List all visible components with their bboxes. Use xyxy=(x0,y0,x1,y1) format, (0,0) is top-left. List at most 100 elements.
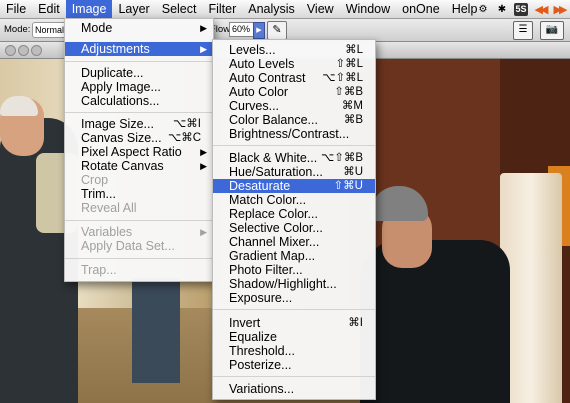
palette-icon[interactable]: ☰ xyxy=(513,21,533,40)
menu-separator xyxy=(65,220,213,221)
menu-separator xyxy=(213,145,375,146)
menu-item-posterize[interactable]: Posterize... xyxy=(213,358,375,372)
rewind-icon[interactable]: ◀◀ xyxy=(533,2,549,16)
menu-item-calculations[interactable]: Calculations... xyxy=(65,94,213,108)
menu-item-label: Adjustments xyxy=(81,42,150,56)
shortcut: ⇧⌘B xyxy=(334,86,363,98)
menu-item-label: Calculations... xyxy=(81,94,160,108)
submenu-arrow-icon: ▶ xyxy=(200,161,207,171)
menu-item-canvas-size[interactable]: Canvas Size... ⌥⌘C xyxy=(65,131,213,145)
menu-item-label: Reveal All xyxy=(81,201,137,215)
shortcut: ⌥⌘I xyxy=(173,118,201,130)
menu-item-hue-saturation[interactable]: Hue/Saturation... ⌘U xyxy=(213,165,375,179)
menu-item-label: Threshold... xyxy=(229,344,296,358)
menu-item-label: Crop xyxy=(81,173,109,187)
menu-edit[interactable]: Edit xyxy=(32,0,66,18)
menu-item-label: Auto Color xyxy=(229,85,289,99)
menu-select[interactable]: Select xyxy=(156,0,203,18)
airbrush-icon[interactable]: ✎ xyxy=(267,21,287,40)
shortcut: ⌘M xyxy=(341,100,363,112)
menu-item-label: Levels... xyxy=(229,43,276,57)
menu-view[interactable]: View xyxy=(301,0,340,18)
menu-item-shadow-highlight[interactable]: Shadow/Highlight... xyxy=(213,277,375,291)
menu-item-trim[interactable]: Trim... xyxy=(65,187,213,201)
menu-item-desaturate[interactable]: Desaturate ⇧⌘U xyxy=(213,179,375,193)
forward-icon[interactable]: ▶▶ xyxy=(552,2,568,16)
menu-onone[interactable]: onOne xyxy=(396,0,446,18)
menu-item-label: Channel Mixer... xyxy=(229,235,320,249)
menu-item-label: Photo Filter... xyxy=(229,263,303,277)
zoom-window-icon[interactable] xyxy=(31,45,42,56)
mode-label: Mode: xyxy=(4,24,31,35)
menu-item-brightness-contrast[interactable]: Brightness/Contrast... xyxy=(213,127,375,141)
menu-item-label: Invert xyxy=(229,316,261,330)
cs-badge[interactable]: 5S xyxy=(514,2,528,16)
menu-item-photo-filter[interactable]: Photo Filter... xyxy=(213,263,375,277)
menu-item-label: Curves... xyxy=(229,99,280,113)
menu-item-label: Auto Contrast xyxy=(229,71,306,85)
menu-item-gradient-map[interactable]: Gradient Map... xyxy=(213,249,375,263)
menu-item-match-color[interactable]: Match Color... xyxy=(213,193,375,207)
shortcut: ⌥⇧⌘L xyxy=(322,72,363,84)
menu-item-pixel-aspect-ratio[interactable]: Pixel Aspect Ratio ▶ xyxy=(65,145,213,159)
pedestrian-legs xyxy=(132,278,180,383)
menu-item-selective-color[interactable]: Selective Color... xyxy=(213,221,375,235)
menu-item-image-size[interactable]: Image Size... ⌥⌘I xyxy=(65,117,213,131)
menu-layer[interactable]: Layer xyxy=(112,0,155,18)
menu-filter[interactable]: Filter xyxy=(202,0,242,18)
old-man-coat xyxy=(360,240,510,403)
menu-item-adjustments[interactable]: Adjustments ▶ xyxy=(65,42,213,56)
menu-item-equalize[interactable]: Equalize xyxy=(213,330,375,344)
menu-separator xyxy=(65,112,213,113)
menu-item-black-white[interactable]: Black & White... ⌥⇧⌘B xyxy=(213,151,375,165)
menu-item-levels[interactable]: Levels... ⌘L xyxy=(213,43,375,57)
menu-bar: File Edit Image Layer Select Filter Anal… xyxy=(0,0,570,19)
shortcut: ⌘U xyxy=(343,166,363,178)
menu-item-label: Replace Color... xyxy=(229,207,318,221)
spotlight-gear-icon[interactable]: ⚙ xyxy=(476,2,490,16)
menu-item-auto-contrast[interactable]: Auto Contrast ⌥⇧⌘L xyxy=(213,71,375,85)
menu-image[interactable]: Image xyxy=(65,0,113,18)
shortcut: ⌘L xyxy=(345,44,363,56)
adjustments-submenu: Levels... ⌘L Auto Levels ⇧⌘L Auto Contrast… xyxy=(212,39,376,400)
menu-item-exposure[interactable]: Exposure... xyxy=(213,291,375,305)
close-window-icon[interactable] xyxy=(5,45,16,56)
shortcut: ⌥⌘C xyxy=(167,132,201,144)
flow-input[interactable]: 60% xyxy=(229,22,255,37)
menu-item-curves[interactable]: Curves... ⌘M xyxy=(213,99,375,113)
camera-icon[interactable]: 📷 xyxy=(540,21,564,40)
menu-item-label: Selective Color... xyxy=(229,221,323,235)
menu-item-label: Apply Image... xyxy=(81,80,161,94)
menu-item-label: Brightness/Contrast... xyxy=(229,127,350,141)
menu-separator xyxy=(65,258,213,259)
submenu-arrow-icon: ▶ xyxy=(200,44,207,54)
menu-item-apply-data-set: Apply Data Set... xyxy=(65,239,213,253)
minimize-window-icon[interactable] xyxy=(18,45,29,56)
menu-separator xyxy=(65,61,213,62)
bluetooth-icon[interactable]: ✱ xyxy=(495,2,509,16)
menu-item-color-balance[interactable]: Color Balance... ⌘B xyxy=(213,113,375,127)
menu-item-replace-color[interactable]: Replace Color... xyxy=(213,207,375,221)
menu-item-mode[interactable]: Mode ▶ xyxy=(65,21,213,35)
submenu-arrow-icon: ▶ xyxy=(200,227,207,237)
menu-analysis[interactable]: Analysis xyxy=(242,0,301,18)
menu-item-label: Apply Data Set... xyxy=(81,239,175,253)
menu-window[interactable]: Window xyxy=(340,0,396,18)
menu-item-auto-levels[interactable]: Auto Levels ⇧⌘L xyxy=(213,57,375,71)
menu-item-apply-image[interactable]: Apply Image... xyxy=(65,80,213,94)
menu-item-threshold[interactable]: Threshold... xyxy=(213,344,375,358)
shortcut: ⇧⌘U xyxy=(333,180,363,192)
menu-item-duplicate[interactable]: Duplicate... xyxy=(65,66,213,80)
menu-item-rotate-canvas[interactable]: Rotate Canvas ▶ xyxy=(65,159,213,173)
menu-file[interactable]: File xyxy=(0,0,32,18)
menu-item-auto-color[interactable]: Auto Color ⇧⌘B xyxy=(213,85,375,99)
menu-item-label: Variables xyxy=(81,225,133,239)
menu-item-variations[interactable]: Variations... xyxy=(213,382,375,396)
menu-item-channel-mixer[interactable]: Channel Mixer... xyxy=(213,235,375,249)
menu-item-label: Black & White... xyxy=(229,151,318,165)
menu-item-label: Gradient Map... xyxy=(229,249,316,263)
menu-item-invert[interactable]: Invert ⌘I xyxy=(213,316,375,330)
menu-item-label: Variations... xyxy=(229,382,295,396)
menu-item-label: Color Balance... xyxy=(229,113,318,127)
flow-slider-button[interactable]: ▶ xyxy=(253,22,265,39)
